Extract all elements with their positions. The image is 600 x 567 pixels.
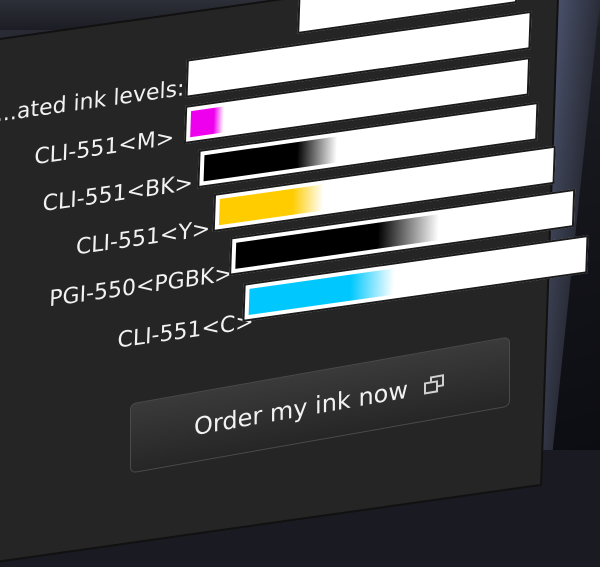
external-window-icon xyxy=(424,374,446,396)
ink-fill-m xyxy=(190,106,224,138)
phone-device: ◡ ▁▃▅ ...ated ink levels: CLI-551<M> CLI… xyxy=(0,0,600,567)
